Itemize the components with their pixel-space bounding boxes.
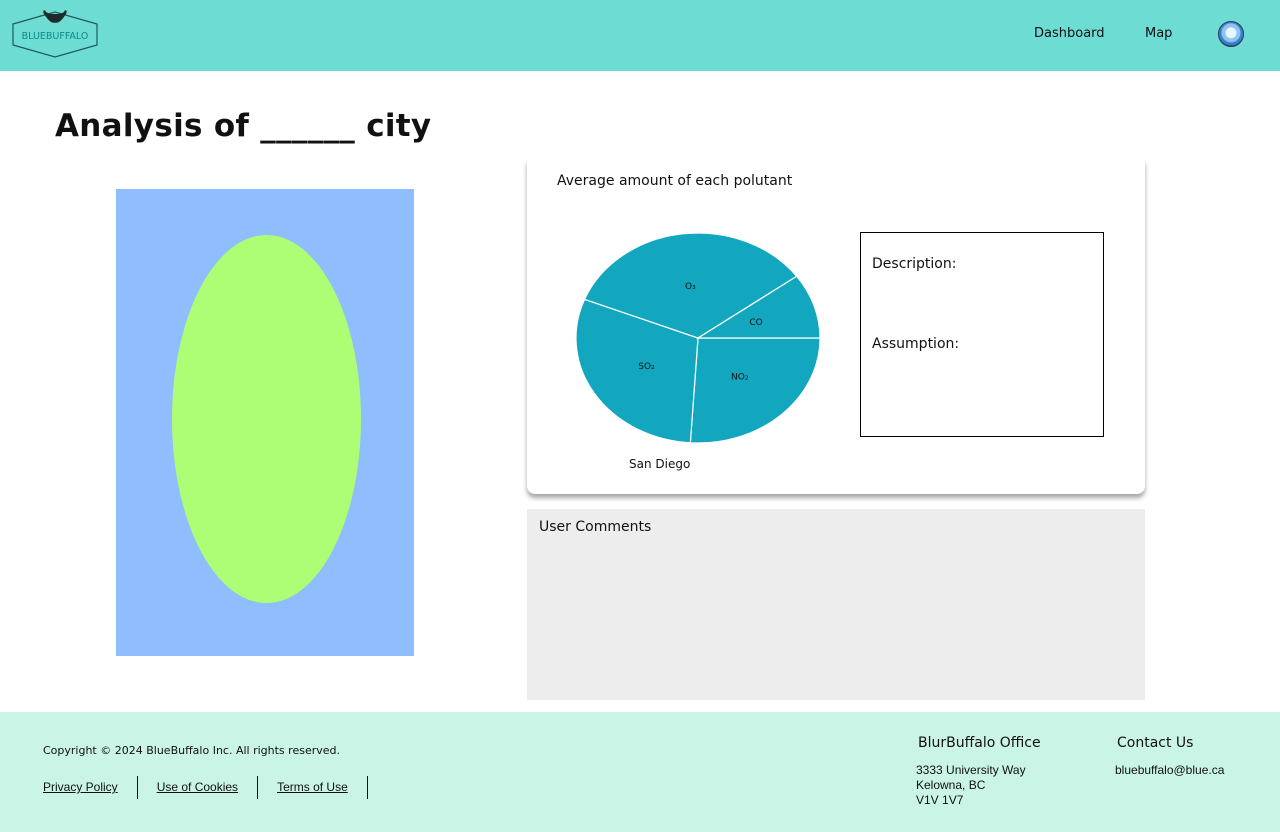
top-nav-bar: BLUEBUFFALO Dashboard Map [0,0,1280,71]
nav-dashboard-link[interactable]: Dashboard [1034,26,1105,41]
description-label: Description: [872,256,957,272]
pie-slice [689,337,821,444]
copyright-text: Copyright © 2024 BlueBuffalo Inc. All ri… [43,744,340,757]
privacy-policy-link[interactable]: Privacy Policy [43,776,138,799]
pie-slice-label: NO₂ [731,372,749,382]
assumption-label: Assumption: [872,336,960,352]
image-ellipse-shape [172,235,361,603]
contact-title: Contact Us [1117,735,1194,751]
office-title: BlurBuffalo Office [918,735,1041,751]
nav-map-link[interactable]: Map [1145,26,1172,41]
office-address-line: Kelowna, BC [916,778,986,792]
pie-slice-label: CO [749,318,762,328]
buffalo-logo-icon[interactable]: BLUEBUFFALO [11,8,99,60]
pie-slice-label: SO₂ [638,362,655,372]
user-avatar-icon[interactable] [1218,21,1244,47]
chart-caption-city: San Diego [629,457,691,471]
office-address-line: V1V 1V7 [916,793,964,807]
office-address-line: 3333 University Way [916,763,1026,777]
footer: Copyright © 2024 BlueBuffalo Inc. All ri… [0,712,1280,832]
description-box: Description: Assumption: [860,232,1104,437]
comments-title: User Comments [539,519,652,535]
user-comments-panel[interactable]: User Comments [527,509,1145,700]
chart-title: Average amount of each polutant [557,173,793,189]
pollutant-pie-chart: NO₂ SO₂ O₃ CO [575,232,821,444]
use-of-cookies-link[interactable]: Use of Cookies [138,776,259,799]
logo-text: BLUEBUFFALO [22,31,89,42]
city-image [116,189,414,656]
pie-slice-label: O₃ [685,282,696,292]
page-title: Analysis of ______ city [55,108,432,144]
terms-of-use-link[interactable]: Terms of Use [258,776,368,799]
pollutant-chart-card: Average amount of each polutant NO₂ SO₂ O₃… [527,156,1145,494]
contact-email-link[interactable]: bluebuffalo@blue.ca [1115,763,1224,777]
footer-links: Privacy Policy Use of Cookies Terms of U… [43,776,368,799]
